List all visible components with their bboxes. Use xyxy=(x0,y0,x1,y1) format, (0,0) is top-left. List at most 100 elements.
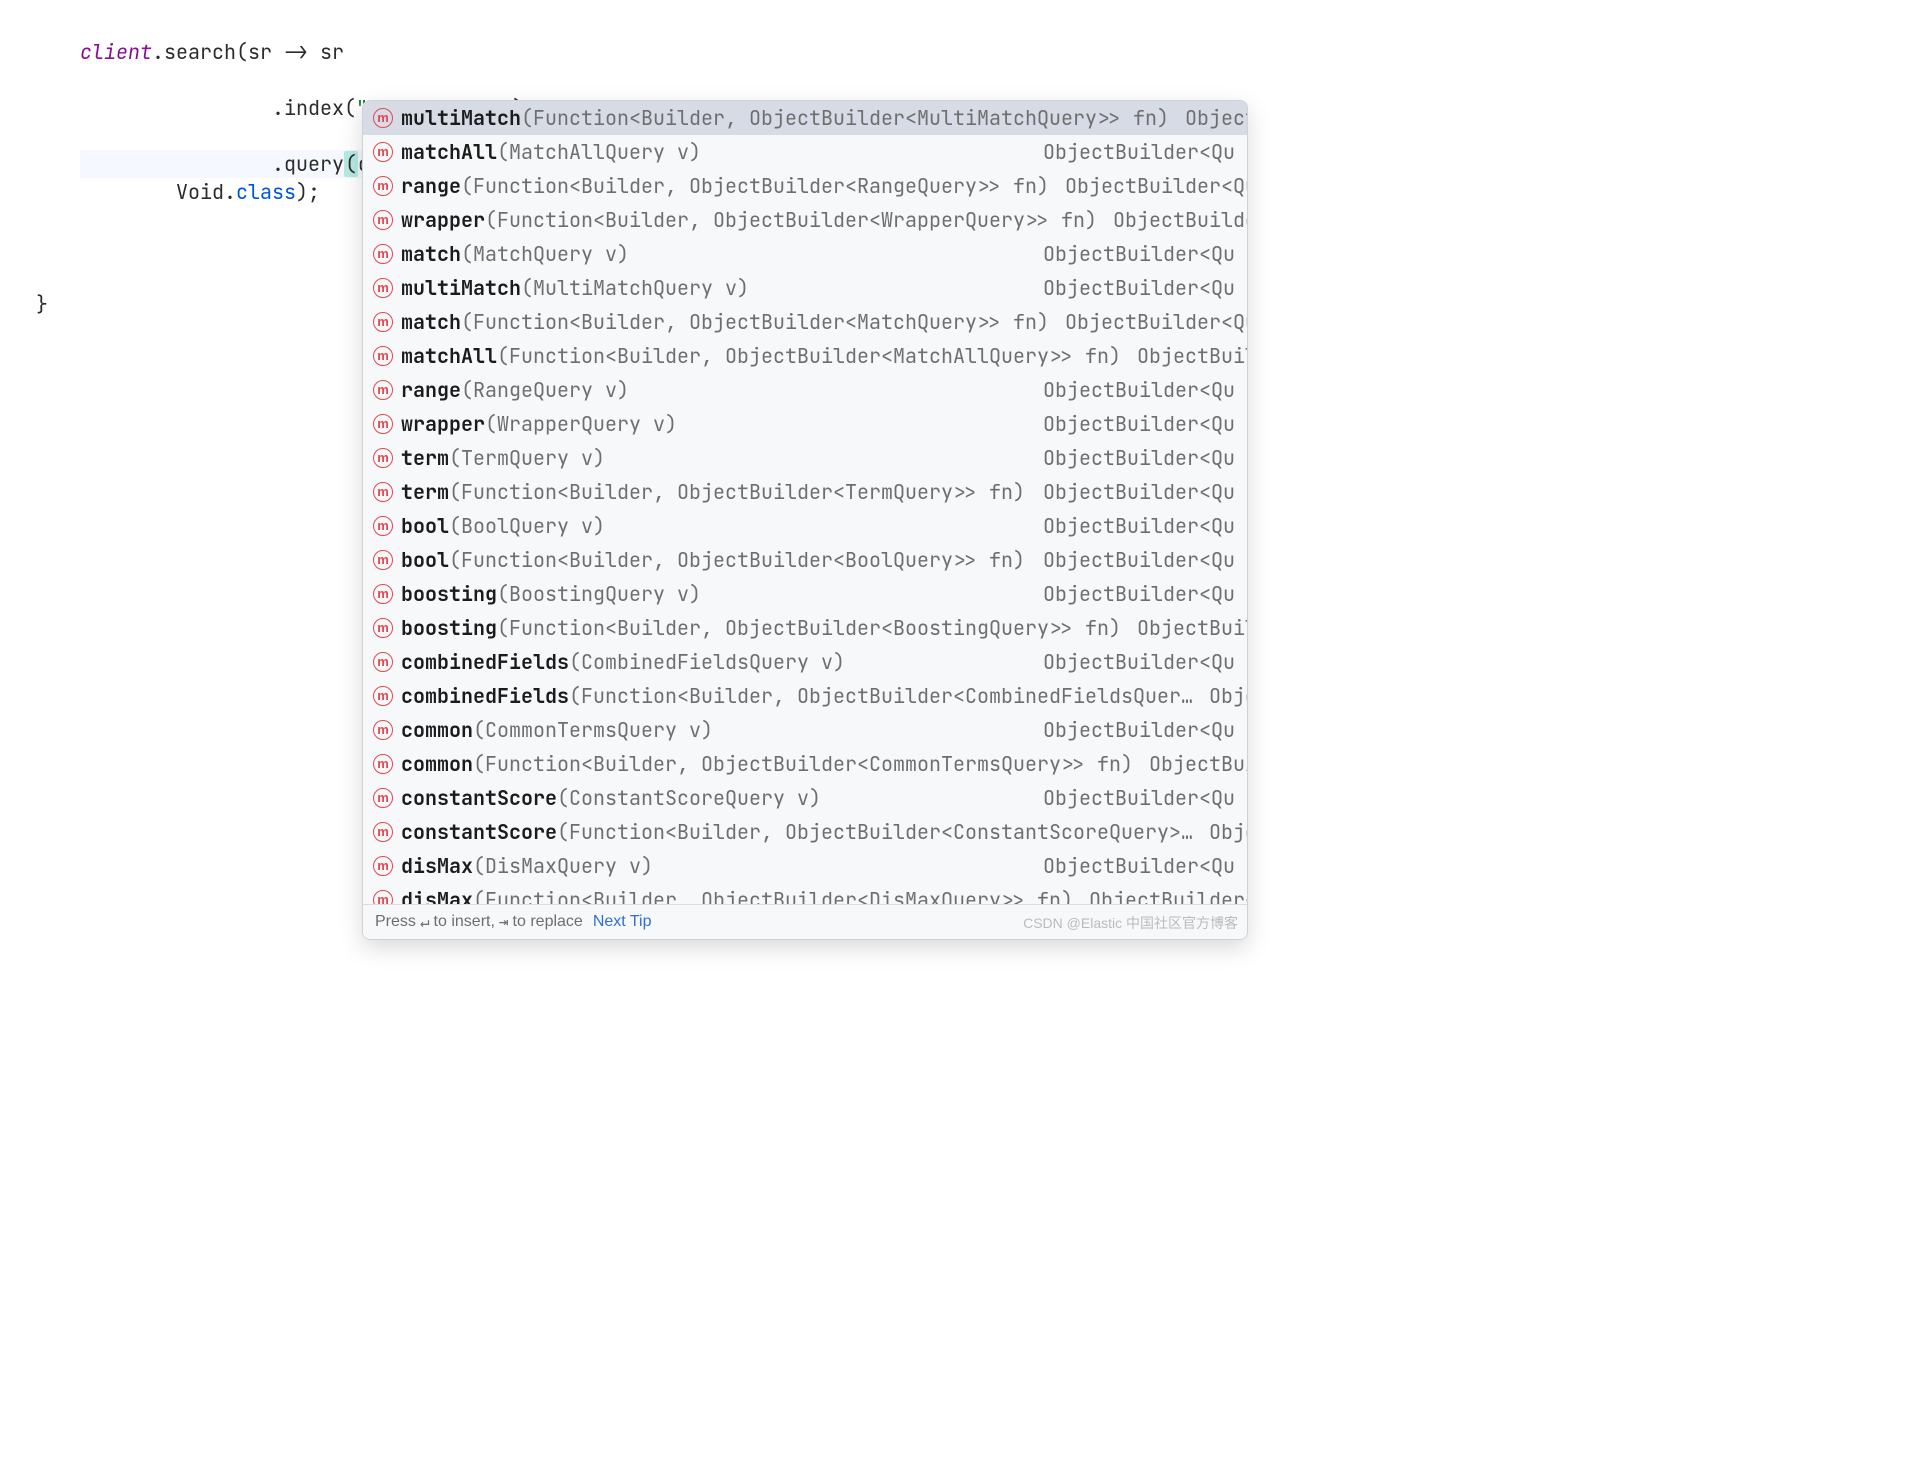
completion-name: bool xyxy=(401,512,449,540)
next-tip-link[interactable]: Next Tip xyxy=(593,911,652,933)
code-completion-popup[interactable]: mmultiMatch(Function<Builder, ObjectBuil… xyxy=(362,100,1248,940)
completion-name: constantScore xyxy=(401,818,557,846)
method-icon: m xyxy=(373,754,393,774)
code-identifier-client: client xyxy=(80,39,152,65)
completion-signature: (Function<Builder, ObjectBuilder<MultiMa… xyxy=(521,104,1169,132)
method-icon: m xyxy=(373,720,393,740)
method-icon: m xyxy=(373,244,393,264)
completion-item[interactable]: mcombinedFields(CombinedFieldsQuery v)Ob… xyxy=(363,645,1247,679)
completion-signature: (Function<Builder, ObjectBuilder<TermQue… xyxy=(449,478,1025,506)
completion-item[interactable]: mmatch(Function<Builder, ObjectBuilder<M… xyxy=(363,305,1247,339)
open-paren-hl: ( xyxy=(344,151,358,177)
completion-signature: (Function<Builder, ObjectBuilder<MatchQu… xyxy=(461,308,1049,336)
watermark: CSDN @Elastic 中国社区官方博客 xyxy=(1023,914,1238,934)
code-end: ); xyxy=(296,179,320,205)
method-icon: m xyxy=(373,856,393,876)
completion-item[interactable]: mdisMax(Function<Builder, ObjectBuilder<… xyxy=(363,883,1247,904)
method-icon: m xyxy=(373,686,393,706)
completion-signature: (Function<Builder, ObjectBuilder<Wrapper… xyxy=(485,206,1097,234)
completion-item[interactable]: m combinedFields(Function<Builder, Object… xyxy=(363,679,1247,713)
completion-return-type: ObjectBuilder<Qu xyxy=(1027,784,1235,812)
completion-return-type: ObjectBuilder<Qu xyxy=(1169,104,1247,132)
completion-signature: (Function<Builder, ObjectBuilder<Boostin… xyxy=(497,614,1121,642)
completion-name: combinedFields xyxy=(401,682,569,710)
completion-return-type: ObjectBuilder<Qu xyxy=(1027,274,1235,302)
completion-item[interactable]: m multiMatch(Function<Builder, ObjectBuil… xyxy=(363,101,1247,135)
completion-item[interactable]: mconstantScore(ConstantScoreQuery v)Obje… xyxy=(363,781,1247,815)
code-text: .query xyxy=(272,151,344,177)
completion-return-type: ObjectBuilder<Qu xyxy=(1027,410,1235,438)
completion-name: constantScore xyxy=(401,784,557,812)
tab-key-icon: ⇥ xyxy=(499,911,509,933)
completion-item[interactable]: mmatchAll(Function<Builder, ObjectBuilde… xyxy=(363,339,1247,373)
completion-item[interactable]: mterm(Function<Builder, ObjectBuilder<Te… xyxy=(363,475,1247,509)
completion-signature: (Function<Builder, ObjectBuilder<RangeQu… xyxy=(461,172,1049,200)
completion-item[interactable]: mcommon(CommonTermsQuery v)ObjectBuilder… xyxy=(363,713,1247,747)
completion-return-type: ObjectBuilder<Qu xyxy=(1121,342,1247,370)
completion-name: multiMatch xyxy=(401,104,521,132)
completion-signature: (RangeQuery v) xyxy=(461,376,629,404)
completion-item[interactable]: mrange(Function<Builder, ObjectBuilder<R… xyxy=(363,169,1247,203)
completion-item[interactable]: mmatchAll(MatchAllQuery v)ObjectBuilder<… xyxy=(363,135,1247,169)
method-icon: m xyxy=(373,788,393,808)
completion-signature: (Function<Builder, ObjectBuilder<Combine… xyxy=(569,682,1193,710)
completion-signature: (Function<Builder, ObjectBuilder<BoolQue… xyxy=(449,546,1025,574)
completion-signature: (MatchAllQuery v) xyxy=(497,138,701,166)
completion-item[interactable]: m constantScore(Function<Builder, ObjectB… xyxy=(363,815,1247,849)
completion-return-type: ObjectBuilder<Qu xyxy=(1049,172,1247,200)
completion-return-type: ObjectBuilder<Qu xyxy=(1193,682,1247,710)
completion-signature: (Function<Builder, ObjectBuilder<MatchAl… xyxy=(497,342,1121,370)
completion-name: match xyxy=(401,240,461,268)
completion-signature: (Function<Builder, ObjectBuilder<Constan… xyxy=(557,818,1193,846)
completion-signature: (CommonTermsQuery v) xyxy=(473,716,713,744)
enter-key-icon: ↵ xyxy=(420,911,430,933)
code-text: .index( xyxy=(272,95,356,121)
completion-item[interactable]: mwrapper(WrapperQuery v)ObjectBuilder<Qu xyxy=(363,407,1247,441)
completion-item[interactable]: mrange(RangeQuery v)ObjectBuilder<Qu xyxy=(363,373,1247,407)
completion-return-type: ObjectBuilder<Qu xyxy=(1027,512,1235,540)
method-icon: m xyxy=(373,414,393,434)
completion-name: disMax xyxy=(401,886,473,904)
completion-return-type: ObjectBuilder<Qu xyxy=(1027,478,1235,506)
completion-name: range xyxy=(401,376,461,404)
completion-item[interactable]: mdisMax(DisMaxQuery v)ObjectBuilder<Qu xyxy=(363,849,1247,883)
completion-return-type: ObjectBuilder<Qu xyxy=(1121,614,1247,642)
method-icon: m xyxy=(373,312,393,332)
completion-name: term xyxy=(401,478,449,506)
completion-item[interactable]: mbool(BoolQuery v)ObjectBuilder<Qu xyxy=(363,509,1247,543)
completion-return-type: ObjectBuilder<Qu xyxy=(1097,206,1247,234)
completion-item[interactable]: mbool(Function<Builder, ObjectBuilder<Bo… xyxy=(363,543,1247,577)
method-icon: m xyxy=(373,890,393,904)
completion-item[interactable]: m boosting(Function<Builder, ObjectBuilde… xyxy=(363,611,1247,645)
footer-text: to replace xyxy=(513,911,583,933)
completion-name: multiMatch xyxy=(401,274,521,302)
completion-return-type: ObjectBuilder<Qu xyxy=(1133,750,1247,778)
completion-item[interactable]: mwrapper(Function<Builder, ObjectBuilder… xyxy=(363,203,1247,237)
completion-item[interactable]: mboosting(BoostingQuery v)ObjectBuilder<… xyxy=(363,577,1247,611)
completion-signature: (DisMaxQuery v) xyxy=(473,852,653,880)
completion-name: match xyxy=(401,308,461,336)
completion-item[interactable]: mmatch(MatchQuery v)ObjectBuilder<Qu xyxy=(363,237,1247,271)
completion-signature: (Function<Builder, ObjectBuilder<DisMaxQ… xyxy=(473,886,1073,904)
indent xyxy=(80,179,176,205)
completion-name: boosting xyxy=(401,614,497,642)
completion-name: matchAll xyxy=(401,342,497,370)
method-icon: m xyxy=(373,142,393,162)
completion-return-type: ObjectBuilder<Qu xyxy=(1027,648,1235,676)
completion-signature: (Function<Builder, ObjectBuilder<CommonT… xyxy=(473,750,1133,778)
method-icon: m xyxy=(373,822,393,842)
method-icon: m xyxy=(373,108,393,128)
method-icon: m xyxy=(373,176,393,196)
indent xyxy=(80,151,272,177)
completion-name: matchAll xyxy=(401,138,497,166)
completion-name: boosting xyxy=(401,580,497,608)
completion-item[interactable]: mterm(TermQuery v)ObjectBuilder<Qu xyxy=(363,441,1247,475)
completion-item[interactable]: mmultiMatch(MultiMatchQuery v)ObjectBuil… xyxy=(363,271,1247,305)
method-icon: m xyxy=(373,618,393,638)
completion-signature: (BoostingQuery v) xyxy=(497,580,701,608)
completion-return-type: ObjectBuilder<Qu xyxy=(1073,886,1247,904)
completion-item[interactable]: mcommon(Function<Builder, ObjectBuilder<… xyxy=(363,747,1247,781)
completion-name: bool xyxy=(401,546,449,574)
method-icon: m xyxy=(373,448,393,468)
completion-list[interactable]: mmultiMatch(Function<Builder, ObjectBuil… xyxy=(363,101,1247,904)
